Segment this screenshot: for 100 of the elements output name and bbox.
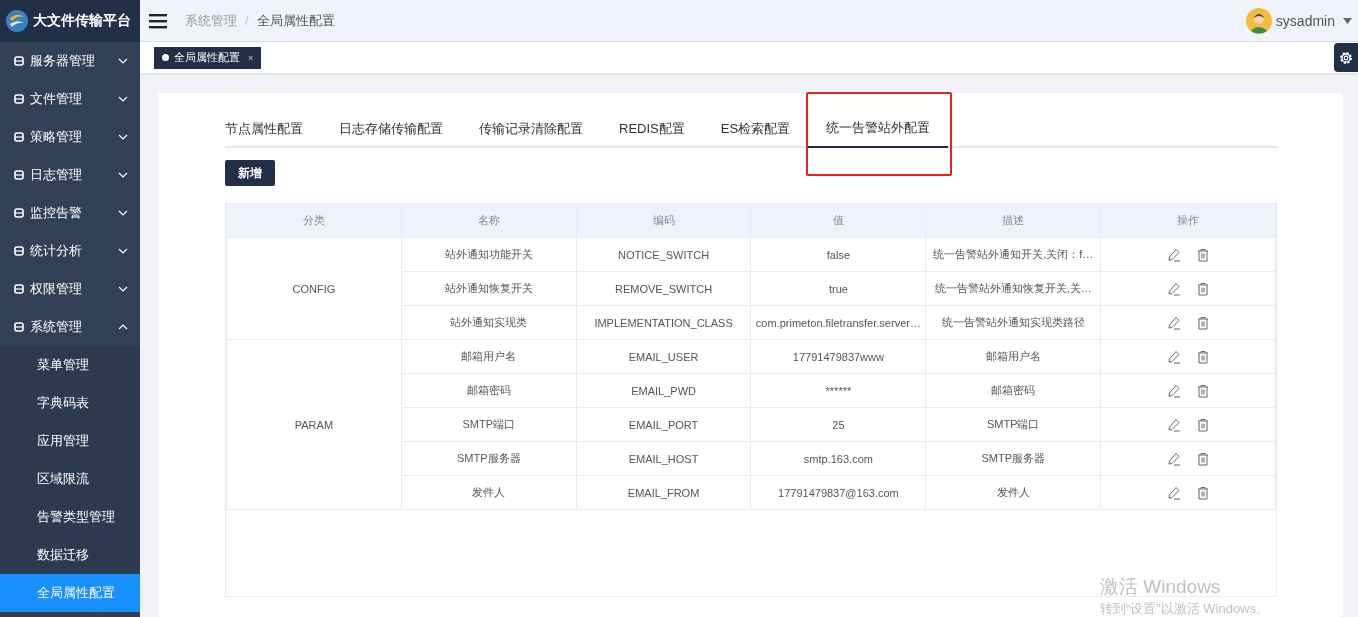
pencil-icon <box>1166 383 1181 398</box>
submenu-item[interactable]: 字典码表 <box>0 384 140 422</box>
app-title: 大文件传输平台 <box>33 12 131 30</box>
breadcrumb-separator: / <box>245 13 249 28</box>
dot-icon <box>162 54 169 61</box>
menu-item[interactable]: 日志管理 <box>0 156 140 194</box>
menu-icon[interactable] <box>149 12 167 29</box>
trash-icon <box>1195 349 1210 364</box>
table-cell: EMAIL_HOST <box>576 441 751 476</box>
menu-item[interactable]: 权限管理 <box>0 270 140 308</box>
menu-icon <box>14 132 24 142</box>
edit-button[interactable] <box>1166 383 1181 398</box>
table-cell: 统一告警站外通知恢复开关,关… <box>925 271 1101 306</box>
menu-icon <box>14 170 24 180</box>
table-cell: SMTP服务器 <box>925 441 1101 476</box>
submenu-item[interactable]: 区域限流 <box>0 460 140 498</box>
trash-icon <box>1195 383 1210 398</box>
delete-button[interactable] <box>1195 451 1210 466</box>
edit-button[interactable] <box>1166 315 1181 330</box>
table-cell: EMAIL_USER <box>576 339 751 374</box>
config-tab[interactable]: REDIS配置 <box>601 111 703 148</box>
caret-icon[interactable] <box>1343 17 1352 24</box>
table-cell: 17791479837www <box>751 339 926 374</box>
delete-button[interactable] <box>1195 383 1210 398</box>
delete-button[interactable] <box>1195 315 1210 330</box>
delete-button[interactable] <box>1195 417 1210 432</box>
trash-icon <box>1195 485 1210 500</box>
menu-item[interactable]: 系统管理 <box>0 308 140 346</box>
pencil-icon <box>1166 417 1181 432</box>
table-cell: IMPLEMENTATION_CLASS <box>576 305 751 340</box>
menu-icon <box>14 284 24 294</box>
menu-item[interactable]: 服务器管理 <box>0 42 140 80</box>
delete-button[interactable] <box>1195 485 1210 500</box>
table-cell: 站外通知实现类 <box>401 305 577 340</box>
config-tab[interactable]: 统一告警站外配置 <box>808 111 949 148</box>
page-tab[interactable]: 全局属性配置 × <box>154 46 262 69</box>
table-cell: SMTP端口 <box>401 407 577 442</box>
edit-button[interactable] <box>1166 349 1181 364</box>
table-cell: NOTICE_SWITCH <box>576 237 751 272</box>
table-cell: 邮箱用户名 <box>401 339 577 374</box>
settings-button[interactable] <box>1334 43 1358 72</box>
table-cell: smtp.163.com <box>751 441 926 476</box>
edit-button[interactable] <box>1166 247 1181 262</box>
table-cell: SMTP端口 <box>925 407 1101 442</box>
activation-hint: 转到“设置”以激活 Windows。 <box>1100 600 1269 617</box>
table-cell: 站外通知恢复开关 <box>401 271 577 306</box>
pencil-icon <box>1166 315 1181 330</box>
pencil-icon <box>1166 247 1181 262</box>
column-header: 名称 <box>401 204 577 238</box>
delete-button[interactable] <box>1195 281 1210 296</box>
column-header: 分类 <box>226 204 402 238</box>
menu-icon <box>14 246 24 256</box>
table-cell: EMAIL_FROM <box>576 475 751 510</box>
table-cell: 统一告警站外通知实现类路径 <box>925 305 1101 340</box>
submenu-item[interactable]: 菜单管理 <box>0 346 140 384</box>
submenu-item[interactable]: 数据迁移 <box>0 536 140 574</box>
edit-button[interactable] <box>1166 485 1181 500</box>
trash-icon <box>1195 281 1210 296</box>
table-cell: 17791479837@163.com <box>751 475 926 510</box>
table-cell: 发件人 <box>925 475 1101 510</box>
edit-button[interactable] <box>1166 451 1181 466</box>
delete-button[interactable] <box>1195 247 1210 262</box>
menu-item[interactable]: 监控告警 <box>0 194 140 232</box>
pencil-icon <box>1166 451 1181 466</box>
edit-button[interactable] <box>1166 417 1181 432</box>
pencil-icon <box>1166 349 1181 364</box>
table-cell: 25 <box>751 407 926 442</box>
config-tab[interactable]: ES检索配置 <box>702 111 809 148</box>
table-cell: 站外通知功能开关 <box>401 237 577 272</box>
column-header: 值 <box>751 204 926 238</box>
menu-item[interactable]: 统计分析 <box>0 232 140 270</box>
table-cell: com.primeton.filetransfer.server… <box>751 305 926 340</box>
table-cell: SMTP服务器 <box>401 441 577 476</box>
config-tab[interactable]: 传输记录清除配置 <box>461 111 601 148</box>
menu-item[interactable]: 文件管理 <box>0 80 140 118</box>
menu-icon <box>14 56 24 66</box>
pencil-icon <box>1166 281 1181 296</box>
table-cell: CONFIG <box>226 237 402 340</box>
config-tab[interactable]: 日志存储传输配置 <box>321 111 461 148</box>
table-cell: ****** <box>751 373 926 408</box>
menu-item[interactable]: 策略管理 <box>0 118 140 156</box>
trash-icon <box>1195 451 1210 466</box>
activation-title: 激活 Windows <box>1100 575 1222 599</box>
avatar-icon[interactable] <box>1245 7 1272 34</box>
submenu-item[interactable]: 应用管理 <box>0 422 140 460</box>
column-header: 操作 <box>1100 204 1276 238</box>
user-name[interactable]: sysadmin <box>1275 12 1335 29</box>
logo-icon <box>5 9 29 33</box>
table-cell: 邮箱用户名 <box>925 339 1101 374</box>
table-cell: PARAM <box>226 339 402 510</box>
edit-button[interactable] <box>1166 281 1181 296</box>
trash-icon <box>1195 417 1210 432</box>
add-button[interactable]: 新增 <box>225 160 275 186</box>
trash-icon <box>1195 315 1210 330</box>
submenu-item[interactable]: 告警类型管理 <box>0 498 140 536</box>
menu-icon <box>14 208 24 218</box>
close-button[interactable]: × <box>248 52 254 63</box>
delete-button[interactable] <box>1195 349 1210 364</box>
table-cell: 邮箱密码 <box>925 373 1101 408</box>
config-tab[interactable]: 节点属性配置 <box>225 111 321 148</box>
